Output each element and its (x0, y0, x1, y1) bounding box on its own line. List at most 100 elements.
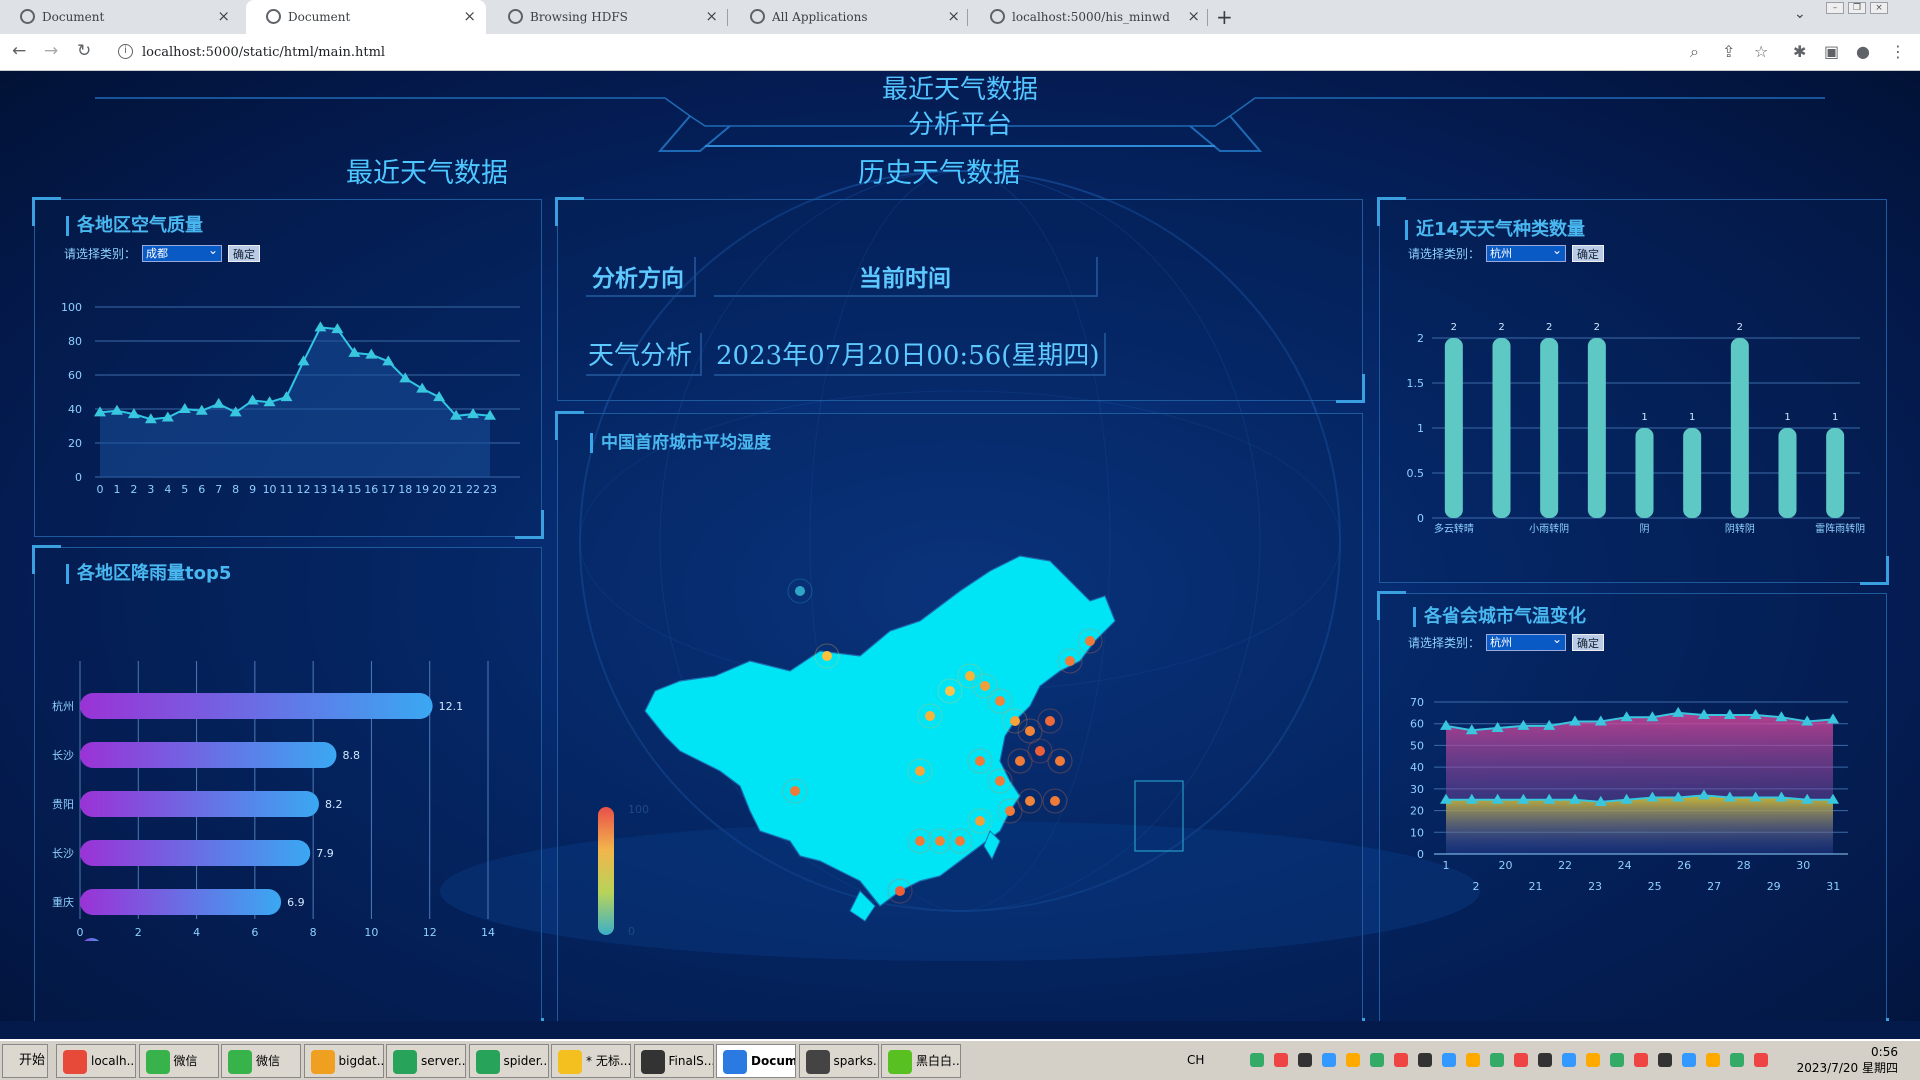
confirm-button[interactable]: 确定 (228, 245, 261, 262)
south-china-sea-inset (1134, 780, 1184, 852)
x-tick-label: 10 (263, 483, 277, 496)
clock[interactable]: 0:56 2023/7/20 星期四 (1797, 1044, 1898, 1076)
tab-title: Browsing HDFS (530, 10, 628, 24)
tray-icon[interactable] (1610, 1053, 1624, 1067)
tray-icon[interactable] (1418, 1053, 1432, 1067)
x-tick-label: 24 (1618, 859, 1632, 872)
browser-tab[interactable]: All Applications × (730, 0, 970, 34)
sidepanel-icon[interactable]: ▣ (1824, 42, 1839, 61)
city-select[interactable]: 杭州 (1486, 243, 1567, 262)
data-point (1827, 713, 1839, 724)
start-button[interactable]: 开始 (2, 1044, 48, 1078)
area-fill (100, 327, 490, 477)
tray-icon[interactable] (1514, 1053, 1528, 1067)
restore-icon[interactable]: ❐ (1848, 2, 1866, 14)
taskbar-item[interactable]: spider... (468, 1044, 549, 1078)
tray-icon[interactable] (1682, 1053, 1696, 1067)
bookmark-star-icon[interactable]: ☆ (1754, 42, 1768, 61)
reload-icon[interactable]: ↻ (77, 41, 91, 61)
browser-tab[interactable]: localhost:5000/his_minwd × (970, 0, 1210, 34)
taskbar-item-label: 黑白白... (916, 1054, 961, 1068)
rain-bar (80, 840, 311, 866)
weather-bar (1683, 428, 1702, 518)
forward-icon[interactable]: → (44, 41, 58, 61)
address-input[interactable]: localhost:5000/static/html/main.html (142, 45, 385, 60)
taskbar-item[interactable]: 黑白白... (881, 1044, 961, 1078)
city-select[interactable]: 成都 (142, 243, 223, 262)
taskbar-item[interactable]: 微信 (221, 1044, 301, 1078)
x-tick-label: 12 (423, 926, 437, 939)
weather-types-chart: 0 0.5 1 1.5 2 2 2 2 2 1 1 2 1 1 多云转晴 小雨转阴 阴 阴转阴 雷阵雨转阴 (1407, 322, 1866, 535)
x-tick-label: 8 (232, 483, 239, 496)
tray-icon[interactable] (1706, 1053, 1720, 1067)
close-icon[interactable]: × (1187, 7, 1200, 25)
close-icon[interactable]: × (463, 7, 476, 25)
tray-icon[interactable] (1538, 1053, 1552, 1067)
taskbar-item[interactable]: bigdat... (303, 1044, 384, 1078)
close-icon[interactable]: × (705, 7, 718, 25)
confirm-button[interactable]: 确定 (1572, 245, 1605, 262)
tray-icon[interactable] (1586, 1053, 1600, 1067)
y-tick-label: 1 (1417, 422, 1424, 435)
tray-icon[interactable] (1658, 1053, 1672, 1067)
zoom-icon[interactable]: ⌕ (1690, 42, 1699, 62)
tray-icon[interactable] (1442, 1053, 1456, 1067)
tray-icon[interactable] (1346, 1053, 1360, 1067)
close-window-icon[interactable]: × (1870, 2, 1888, 14)
close-icon[interactable]: × (947, 7, 960, 25)
browser-tab[interactable]: Browsing HDFS × (488, 0, 728, 34)
title-line-1: 最近天气数据 (881, 75, 1038, 105)
minimize-icon[interactable]: – (1826, 2, 1844, 14)
tray-icon[interactable] (1250, 1053, 1264, 1067)
info-icon[interactable]: i (118, 44, 133, 59)
tray-icon[interactable] (1754, 1053, 1768, 1067)
tray-icon[interactable] (1298, 1053, 1312, 1067)
taskbar-item[interactable]: * 无标... (551, 1044, 631, 1078)
taskbar-item[interactable]: FinalS... (633, 1044, 714, 1078)
x-tick-label: 7 (215, 483, 222, 496)
tray-icon[interactable] (1634, 1053, 1648, 1067)
extensions-icon[interactable]: ✱ (1793, 42, 1806, 61)
back-icon[interactable]: ← (12, 41, 26, 61)
tray-icon[interactable] (1490, 1053, 1504, 1067)
close-icon[interactable]: × (217, 7, 230, 25)
browser-tab-active[interactable]: Document × (246, 0, 486, 34)
data-label: 7.9 (316, 847, 334, 860)
profile-icon[interactable]: ● (1856, 42, 1870, 61)
browser-tab[interactable]: Document × (0, 0, 240, 34)
current-time-value: 2023年07月20日00:56(星期四) (714, 333, 1106, 376)
tray-icon[interactable] (1370, 1053, 1384, 1067)
taskbar-item[interactable]: Docum... (716, 1044, 796, 1078)
new-tab-icon[interactable]: + (1216, 5, 1233, 29)
rain-bar (80, 742, 337, 768)
tray-icon[interactable] (1274, 1053, 1288, 1067)
share-icon[interactable]: ⇪ (1722, 42, 1735, 61)
menu-icon[interactable]: ⋮ (1890, 42, 1906, 61)
taskbar-item[interactable]: server... (386, 1044, 466, 1078)
taskbar-item[interactable]: localh... (56, 1044, 136, 1078)
weather-types-filter: 请选择类别： 杭州 确定 (1408, 243, 1605, 262)
data-label: 8.2 (325, 798, 343, 811)
city-select[interactable]: 杭州 (1486, 632, 1567, 651)
data-point (178, 403, 191, 413)
tray-icon[interactable] (1394, 1053, 1408, 1067)
chevron-down-icon[interactable]: ⌄ (1794, 6, 1806, 22)
weather-bar (1540, 338, 1559, 518)
tray-icon[interactable] (1322, 1053, 1336, 1067)
taskbar-item[interactable]: 微信 (138, 1044, 219, 1078)
x-tick-label: 阴转阴 (1725, 522, 1755, 535)
tray-icon[interactable] (1466, 1053, 1480, 1067)
rainfall-title: 各地区降雨量top5 (66, 564, 231, 584)
taskbar-item[interactable]: sparks... (798, 1044, 879, 1078)
tray-icon[interactable] (1562, 1053, 1576, 1067)
x-tick-label: 22 (1558, 859, 1572, 872)
city-dot (935, 836, 945, 846)
language-indicator[interactable]: CH (1187, 1053, 1204, 1067)
city-dot (1035, 746, 1045, 756)
app-icon (558, 1050, 582, 1074)
tray-icon[interactable] (1730, 1053, 1744, 1067)
city-dot (980, 681, 990, 691)
confirm-button[interactable]: 确定 (1572, 634, 1605, 651)
x-tick-label: 30 (1796, 859, 1810, 872)
y-tick-label: 长沙 (52, 847, 74, 860)
